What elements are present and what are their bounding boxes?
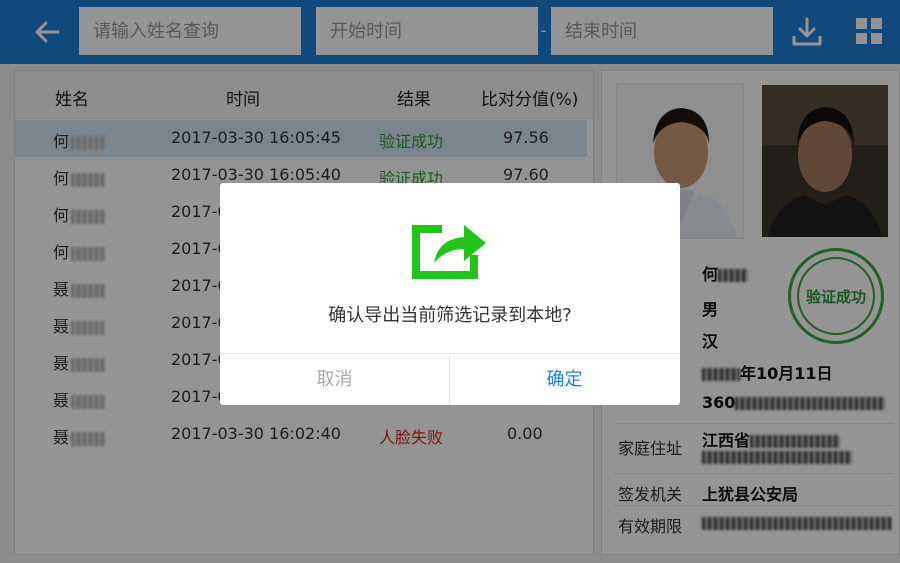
export-share-icon (412, 225, 486, 279)
confirm-button[interactable]: 确定 (450, 354, 679, 405)
export-confirm-dialog: 确认导出当前筛选记录到本地? 取消 确定 (220, 183, 680, 405)
dialog-message: 确认导出当前筛选记录到本地? (328, 305, 572, 326)
cancel-button[interactable]: 取消 (220, 354, 449, 405)
